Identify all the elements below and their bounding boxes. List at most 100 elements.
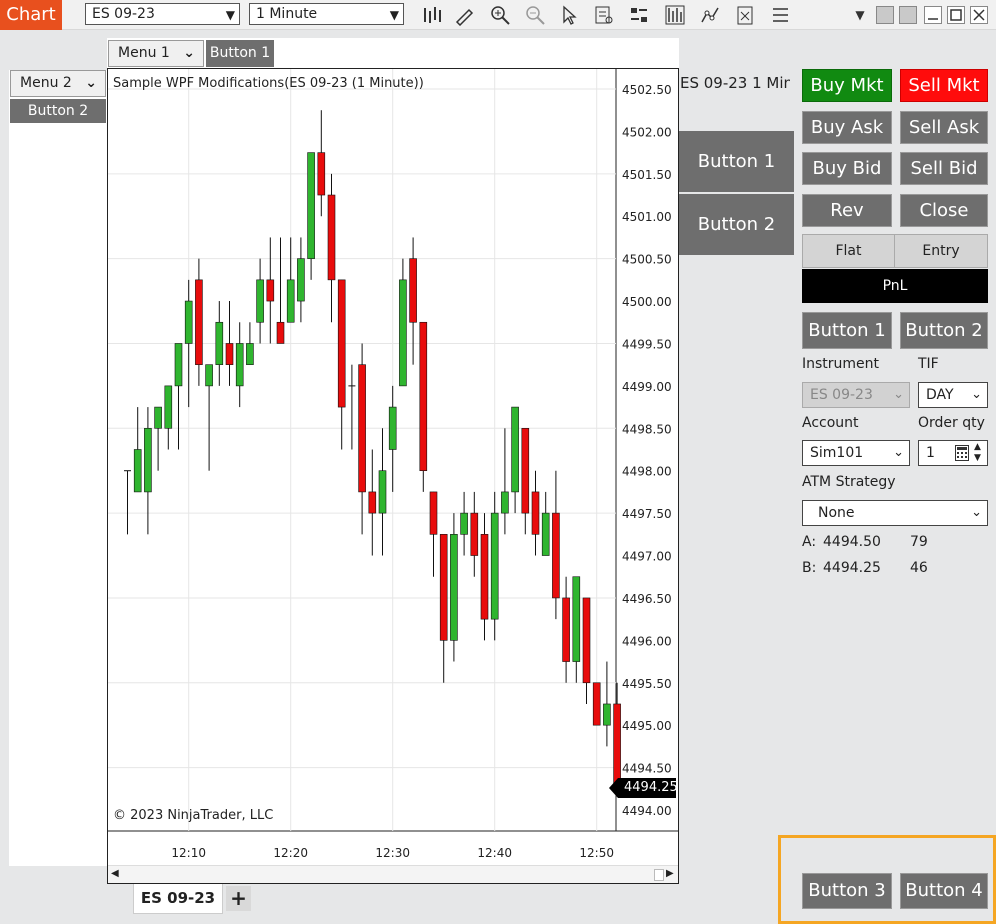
tif-select[interactable]: DAY ⌄ xyxy=(918,382,988,408)
minimize-button[interactable] xyxy=(924,6,942,24)
chart-window-label[interactable]: Chart xyxy=(0,0,62,30)
sell-market-button[interactable]: Sell Mkt xyxy=(900,69,988,102)
candle-body xyxy=(460,512,468,535)
candle-body xyxy=(419,321,428,472)
candle-body xyxy=(501,491,509,514)
chart-tab-es[interactable]: ES 09-23 xyxy=(133,884,223,914)
x-tick-label: 12:30 xyxy=(375,846,410,860)
candle-body xyxy=(450,534,458,641)
chevron-down-icon: ⌄ xyxy=(971,505,982,520)
right-button-2[interactable]: Button 2 xyxy=(900,312,988,349)
instrument-field: ES 09-23 ⌄ xyxy=(802,382,910,408)
left-panel xyxy=(9,70,107,866)
templates-icon[interactable] xyxy=(734,4,756,26)
increment-icon[interactable]: ▲ xyxy=(974,442,981,453)
maximize-button[interactable] xyxy=(947,6,965,24)
scroll-left-icon[interactable]: ◀ xyxy=(111,868,119,879)
decrement-icon[interactable]: ▼ xyxy=(974,453,981,464)
order-qty-stepper[interactable]: 1 ▲ ▼ xyxy=(918,440,988,466)
candle-body xyxy=(174,343,183,387)
candle-body xyxy=(235,343,244,387)
candle-body xyxy=(388,406,397,450)
candle-body xyxy=(378,470,387,514)
top-button-1[interactable]: Button 1 xyxy=(206,40,274,67)
window-menu-chevron-icon[interactable]: ▼ xyxy=(850,4,870,26)
ask-price: 4494.50 xyxy=(823,534,881,550)
properties-icon[interactable] xyxy=(628,4,650,26)
title-bar: Chart ES 09-23 ▼ 1 Minute ▼ ▼ xyxy=(0,0,996,30)
list-icon[interactable] xyxy=(769,4,791,26)
pnl-display: PnL xyxy=(802,269,988,303)
account-select[interactable]: Sim101 ⌄ xyxy=(802,440,910,466)
interval-selector-value: 1 Minute xyxy=(256,6,318,22)
draw-icon[interactable] xyxy=(453,4,475,27)
candle-body xyxy=(603,703,611,726)
order-qty-value: 1 xyxy=(926,445,935,461)
candle-body xyxy=(317,152,326,196)
candle-body xyxy=(480,534,489,620)
y-tick-label: 4498.00 xyxy=(622,465,672,479)
chevron-down-icon: ▼ xyxy=(225,8,235,22)
x-tick-label: 12:10 xyxy=(171,846,206,860)
candle-body xyxy=(399,279,407,387)
chevron-down-icon: ⌄ xyxy=(85,75,97,91)
candle-body xyxy=(297,258,305,302)
zoom-in-icon[interactable] xyxy=(489,4,511,26)
y-tick-label: 4498.50 xyxy=(622,422,672,436)
atm-strategy-select[interactable]: None ⌄ xyxy=(802,500,988,526)
data-box-icon[interactable] xyxy=(593,4,615,26)
right-button-1[interactable]: Button 1 xyxy=(802,312,892,349)
overlay-button-1[interactable]: Button 1 xyxy=(679,131,794,192)
price-marker-pointer xyxy=(609,778,618,798)
right-button-4[interactable]: Button 4 xyxy=(900,873,988,909)
close-window-button[interactable] xyxy=(970,6,988,24)
zoom-out-icon[interactable] xyxy=(524,4,546,26)
buy-bid-button[interactable]: Buy Bid xyxy=(802,152,892,185)
x-tick-label: 12:40 xyxy=(477,846,512,860)
candle-body xyxy=(368,491,377,514)
chart-title: Sample WPF Modifications(ES 09-23 (1 Min… xyxy=(113,76,424,91)
scroll-right-icon[interactable]: ▶ xyxy=(666,868,674,879)
sell-ask-button[interactable]: Sell Ask xyxy=(900,111,988,144)
indicators-icon[interactable] xyxy=(699,4,721,26)
chart-panel[interactable]: 4502.50 4502.00 4501.50 4501.00 4500.50 4500.… xyxy=(107,68,679,884)
y-tick-label: 4499.50 xyxy=(622,337,672,351)
instrument-field-value: ES 09-23 xyxy=(810,387,873,403)
candle-body xyxy=(521,427,530,514)
price-chart[interactable]: 4502.50 4502.00 4501.50 4501.00 4500.50 4500.… xyxy=(108,69,678,883)
y-tick-label: 4496.50 xyxy=(622,592,672,606)
left-button-2[interactable]: Button 2 xyxy=(10,99,106,123)
close-position-button[interactable]: Close xyxy=(900,194,988,227)
candle-body xyxy=(592,682,601,726)
reverse-button[interactable]: Rev xyxy=(802,194,892,227)
horizontal-scrollbar[interactable]: ◀ ▶ xyxy=(108,865,678,883)
overlay-button-2[interactable]: Button 2 xyxy=(679,194,794,255)
candle-body xyxy=(470,512,479,556)
buy-market-button[interactable]: Buy Mkt xyxy=(802,69,892,102)
calculator-icon[interactable] xyxy=(955,445,969,469)
candle-body xyxy=(246,343,254,365)
pointer-icon[interactable] xyxy=(558,4,580,26)
y-tick-label: 4501.00 xyxy=(622,210,672,224)
window-option-button[interactable] xyxy=(876,6,894,24)
menu-1[interactable]: Menu 1 ⌄ xyxy=(108,40,204,67)
y-tick-label: 4500.50 xyxy=(622,253,672,267)
ask-size: 79 xyxy=(910,534,928,550)
interval-selector[interactable]: 1 Minute ▼ xyxy=(249,3,404,25)
candle-body xyxy=(184,300,193,344)
scroll-thumb[interactable] xyxy=(654,869,664,881)
window-option-button[interactable] xyxy=(899,6,917,24)
menu-2[interactable]: Menu 2 ⌄ xyxy=(10,70,106,97)
right-button-3[interactable]: Button 3 xyxy=(802,873,892,909)
buy-ask-button[interactable]: Buy Ask xyxy=(802,111,892,144)
y-tick-label: 4501.50 xyxy=(622,168,672,182)
y-tick-label: 4495.00 xyxy=(622,719,672,733)
y-tick-label: 4496.00 xyxy=(622,634,672,648)
candle-body xyxy=(225,343,234,365)
x-tick-label: 12:20 xyxy=(273,846,308,860)
strategies-icon[interactable] xyxy=(664,4,686,26)
instrument-selector[interactable]: ES 09-23 ▼ xyxy=(85,3,240,25)
sell-bid-button[interactable]: Sell Bid xyxy=(900,152,988,185)
add-tab-button[interactable]: + xyxy=(226,886,251,911)
bar-style-icon[interactable] xyxy=(421,4,443,26)
